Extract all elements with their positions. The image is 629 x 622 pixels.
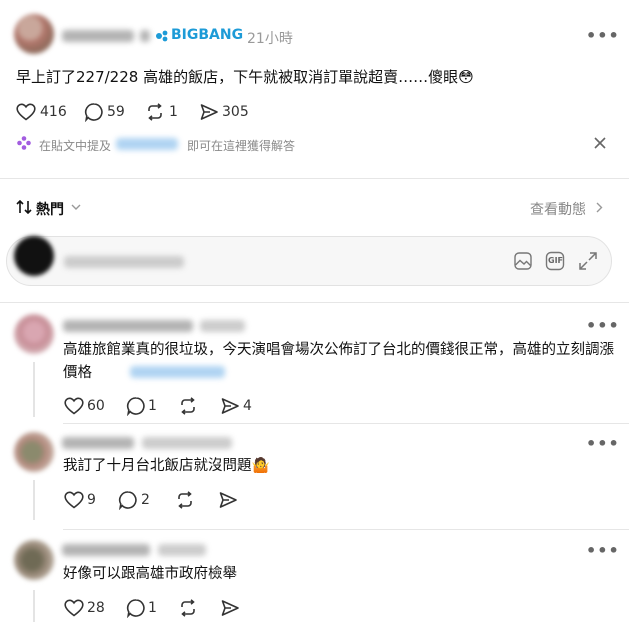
- repost-count: 1: [169, 104, 178, 120]
- ai-hint-prefix: 在貼文中提及: [39, 139, 112, 153]
- comment-text: 我訂了十月台北飯店就沒問題🤷: [63, 458, 270, 474]
- chevron-down-icon[interactable]: [71, 204, 81, 211]
- author-name[interactable]: [62, 30, 134, 42]
- sparkle-icon: [17, 136, 31, 150]
- reply-count: 1: [148, 600, 157, 616]
- like-count: 28: [87, 600, 105, 616]
- comment-count: 59: [107, 104, 125, 120]
- heart-icon[interactable]: [64, 491, 84, 509]
- share-count: 305: [222, 104, 249, 120]
- post-time: 21小時: [247, 31, 293, 47]
- ai-hint-suffix: 即可在這裡獲得解答: [187, 139, 296, 153]
- more-icon[interactable]: •••: [586, 26, 620, 45]
- comment-icon[interactable]: [126, 598, 146, 618]
- repost-icon[interactable]: [178, 396, 198, 416]
- comment-time: [200, 320, 245, 332]
- comment-text: 高雄旅館業真的很垃圾，今天演唱會場次公佈訂了台北的價錢很正常，高雄的立刻調漲價格: [63, 342, 614, 381]
- repost-icon[interactable]: [178, 598, 198, 618]
- comment-divider: [63, 423, 629, 424]
- thread-line: [33, 362, 35, 417]
- like-count: 9: [87, 492, 96, 508]
- comment-icon[interactable]: [118, 490, 138, 510]
- reply-count: 2: [141, 492, 150, 508]
- thread-line: [33, 590, 35, 622]
- author-name-extra: [140, 30, 150, 42]
- share-count: 4: [243, 398, 252, 414]
- heart-icon[interactable]: [64, 397, 84, 415]
- verified-badge-icon: [156, 30, 168, 42]
- share-icon[interactable]: [220, 396, 240, 416]
- heart-icon[interactable]: [64, 599, 84, 617]
- expand-icon[interactable]: [578, 251, 598, 271]
- chevron-right-icon[interactable]: [596, 202, 603, 213]
- more-icon[interactable]: •••: [586, 316, 620, 335]
- share-icon[interactable]: [218, 490, 238, 510]
- community-tag[interactable]: BIGBANG: [171, 27, 243, 43]
- close-icon[interactable]: [594, 137, 606, 149]
- like-count: 416: [40, 104, 67, 120]
- sort-icon[interactable]: [16, 200, 33, 214]
- section-divider: [0, 178, 629, 179]
- more-icon[interactable]: •••: [586, 541, 620, 560]
- composer-placeholder[interactable]: [64, 256, 184, 268]
- comment-text: 好像可以跟高雄市政府檢舉: [63, 566, 237, 582]
- thread-line: [33, 480, 35, 520]
- like-count: 60: [87, 398, 105, 414]
- heart-icon[interactable]: [16, 103, 36, 121]
- more-icon[interactable]: •••: [586, 434, 620, 453]
- comment-link[interactable]: [130, 366, 225, 378]
- section-divider: [0, 302, 629, 303]
- repost-icon[interactable]: [175, 490, 195, 510]
- comment-icon[interactable]: [126, 396, 146, 416]
- comment-author[interactable]: [62, 544, 150, 556]
- comment-author[interactable]: [62, 437, 134, 449]
- image-icon[interactable]: [513, 251, 533, 271]
- comment-icon[interactable]: [84, 102, 104, 122]
- comment-time: [142, 437, 232, 449]
- sort-label[interactable]: 熱門: [36, 199, 64, 219]
- share-icon[interactable]: [220, 598, 240, 618]
- post-text: 早上訂了227/228 高雄的飯店，下午就被取消訂單說超賣……傻眼😳: [16, 68, 474, 86]
- author-avatar[interactable]: [14, 14, 54, 54]
- comment-divider: [63, 529, 629, 530]
- ai-mention-link[interactable]: [116, 138, 178, 150]
- comment-avatar[interactable]: [14, 314, 54, 354]
- repost-icon[interactable]: [145, 102, 165, 122]
- comment-author[interactable]: [63, 320, 193, 332]
- gif-label: GIF: [548, 256, 564, 265]
- my-avatar: [14, 236, 54, 276]
- comment-time: [158, 544, 206, 556]
- comment-avatar[interactable]: [14, 432, 54, 472]
- reply-count: 1: [148, 398, 157, 414]
- share-icon[interactable]: [199, 102, 219, 122]
- comment-avatar[interactable]: [14, 540, 54, 580]
- view-activity-link[interactable]: 查看動態: [530, 199, 586, 219]
